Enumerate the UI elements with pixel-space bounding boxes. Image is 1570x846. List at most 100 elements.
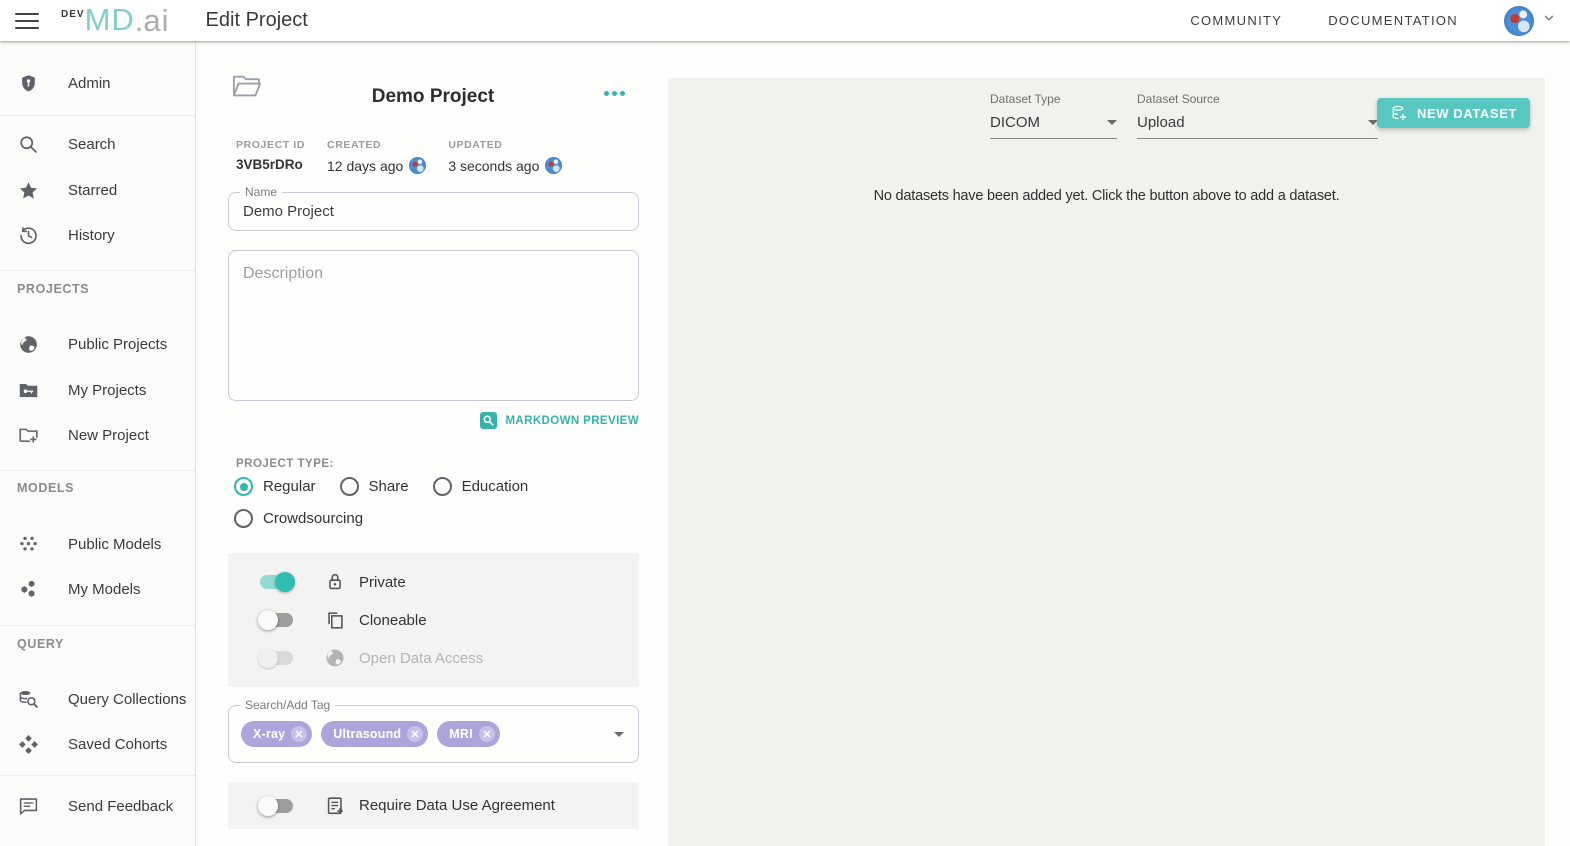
logo-md: MD bbox=[84, 2, 135, 37]
sidebar-item-settings-partial[interactable] bbox=[0, 836, 195, 846]
folder-plus-icon bbox=[17, 424, 39, 446]
dataset-type-value-row[interactable]: DICOM bbox=[990, 114, 1117, 139]
sidebar-item-public-projects[interactable]: Public Projects bbox=[0, 331, 195, 357]
history-icon bbox=[17, 224, 39, 246]
updater-avatar[interactable] bbox=[545, 157, 563, 174]
globe-icon bbox=[17, 333, 39, 355]
star-icon bbox=[17, 179, 39, 201]
radio-crowdsourcing[interactable]: Crowdsourcing bbox=[234, 509, 363, 528]
creator-avatar[interactable] bbox=[409, 157, 427, 174]
page-title: Edit Project bbox=[205, 9, 308, 31]
dataset-type-select: Dataset Type DICOM bbox=[990, 92, 1117, 139]
tag-field[interactable]: Search/Add Tag X-ray Ultrasound MRI bbox=[228, 698, 639, 763]
shapes-cluster-icon bbox=[17, 578, 39, 600]
sidebar-item-history[interactable]: History bbox=[0, 222, 195, 248]
sidebar-header-query: QUERY bbox=[17, 637, 64, 651]
markdown-preview-button[interactable]: MARKDOWN PREVIEW bbox=[480, 412, 639, 429]
sidebar-item-public-models[interactable]: Public Models bbox=[0, 531, 195, 557]
edit-project-card: Demo Project PROJECT ID 3VB5rDRo CREATED… bbox=[210, 41, 656, 846]
globe-outline-icon bbox=[323, 646, 347, 670]
radio-icon bbox=[234, 509, 253, 528]
env-label: DEV bbox=[61, 9, 85, 20]
diamonds-icon bbox=[17, 733, 39, 755]
radio-icon bbox=[432, 477, 452, 496]
logo-ai: ai bbox=[143, 3, 170, 38]
database-search-icon bbox=[17, 688, 39, 710]
updated-block: UPDATED 3 seconds ago bbox=[448, 139, 563, 174]
remove-tag-icon[interactable] bbox=[291, 726, 308, 742]
lock-icon bbox=[323, 570, 347, 594]
datasets-panel: Dataset Type DICOM Dataset Source Upload… bbox=[668, 78, 1545, 846]
private-toggle[interactable] bbox=[258, 572, 295, 592]
tag-mri[interactable]: MRI bbox=[437, 721, 500, 747]
tag-dropdown-caret-icon[interactable] bbox=[614, 732, 624, 737]
sidebar-item-my-projects[interactable]: My Projects bbox=[0, 377, 195, 403]
chevron-down-icon[interactable] bbox=[1542, 11, 1556, 30]
new-dataset-button[interactable]: NEW DATASET bbox=[1377, 98, 1530, 128]
app-logo[interactable]: DEV MD . ai bbox=[61, 2, 170, 38]
sidebar-header-projects: PROJECTS bbox=[17, 282, 90, 296]
menu-icon[interactable] bbox=[15, 12, 39, 29]
dataset-type-label: Dataset Type bbox=[990, 92, 1061, 106]
documentation-link[interactable]: DOCUMENTATION bbox=[1328, 13, 1458, 28]
remove-tag-icon[interactable] bbox=[478, 726, 495, 742]
updated-value: 3 seconds ago bbox=[448, 157, 540, 174]
dua-settings: Require Data Use Agreement bbox=[228, 782, 639, 829]
dropdown-caret-icon bbox=[1107, 120, 1117, 125]
dataset-source-select: Dataset Source Upload bbox=[1137, 92, 1378, 139]
cloneable-toggle[interactable] bbox=[258, 610, 295, 630]
sidebar-divider bbox=[0, 625, 195, 626]
search-icon bbox=[17, 133, 39, 155]
radio-regular[interactable]: Regular bbox=[234, 477, 316, 496]
radio-icon bbox=[234, 477, 253, 496]
project-meta: PROJECT ID 3VB5rDRo CREATED 12 days ago … bbox=[236, 139, 584, 174]
tag-ultrasound[interactable]: Ultrasound bbox=[321, 721, 429, 747]
project-title: Demo Project bbox=[371, 86, 495, 107]
sidebar-divider bbox=[0, 775, 195, 776]
sidebar-item-search[interactable]: Search bbox=[0, 131, 195, 157]
project-id-value: 3VB5rDRo bbox=[236, 157, 303, 172]
open-data-access-toggle[interactable] bbox=[258, 648, 295, 668]
visibility-settings: Private Cloneable Open Data Access bbox=[228, 553, 639, 687]
preview-icon bbox=[480, 412, 498, 429]
tag-field-label: Search/Add Tag bbox=[240, 698, 336, 712]
sidebar-item-send-feedback[interactable]: Send Feedback bbox=[0, 793, 195, 819]
radio-share[interactable]: Share bbox=[339, 477, 409, 496]
dua-toggle-row: Require Data Use Agreement bbox=[228, 787, 639, 825]
open-data-access-toggle-row: Open Data Access bbox=[228, 639, 639, 677]
name-field-label: Name bbox=[240, 185, 283, 199]
sidebar-divider bbox=[0, 270, 195, 271]
private-toggle-row: Private bbox=[228, 563, 639, 601]
remove-tag-icon[interactable] bbox=[407, 726, 424, 742]
sidebar-item-my-models[interactable]: My Models bbox=[0, 576, 195, 602]
sidebar: Admin Search Starred History PROJECTS Pu… bbox=[0, 41, 196, 846]
name-field: Name bbox=[228, 185, 639, 231]
tag-xray[interactable]: X-ray bbox=[241, 721, 313, 747]
more-options-icon[interactable] bbox=[604, 91, 625, 96]
dataset-source-value: Upload bbox=[1137, 114, 1185, 131]
project-type-label: PROJECT TYPE: bbox=[236, 458, 334, 470]
sidebar-divider bbox=[0, 115, 195, 116]
dataset-type-value: DICOM bbox=[990, 114, 1040, 131]
sidebar-item-admin[interactable]: Admin bbox=[0, 70, 195, 96]
sidebar-item-starred[interactable]: Starred bbox=[0, 177, 195, 203]
copy-icon bbox=[323, 608, 347, 632]
cloneable-toggle-row: Cloneable bbox=[228, 601, 639, 639]
project-id-block: PROJECT ID 3VB5rDRo bbox=[236, 139, 306, 172]
sidebar-item-query-collections[interactable]: Query Collections bbox=[0, 686, 195, 712]
dataset-source-value-row[interactable]: Upload bbox=[1137, 114, 1378, 139]
radio-icon bbox=[339, 477, 359, 496]
sidebar-item-saved-cohorts[interactable]: Saved Cohorts bbox=[0, 731, 195, 757]
folder-key-icon bbox=[17, 379, 39, 401]
radio-education[interactable]: Education bbox=[432, 477, 528, 496]
description-input[interactable] bbox=[229, 251, 638, 400]
name-input[interactable] bbox=[229, 193, 638, 230]
dua-toggle[interactable] bbox=[258, 795, 295, 816]
created-block: CREATED 12 days ago bbox=[327, 139, 427, 174]
community-link[interactable]: COMMUNITY bbox=[1190, 13, 1282, 28]
description-field bbox=[228, 250, 639, 401]
sidebar-divider bbox=[0, 470, 195, 471]
sidebar-item-new-project[interactable]: New Project bbox=[0, 422, 195, 448]
user-avatar[interactable] bbox=[1504, 5, 1534, 36]
empty-datasets-message: No datasets have been added yet. Click t… bbox=[873, 188, 1340, 204]
